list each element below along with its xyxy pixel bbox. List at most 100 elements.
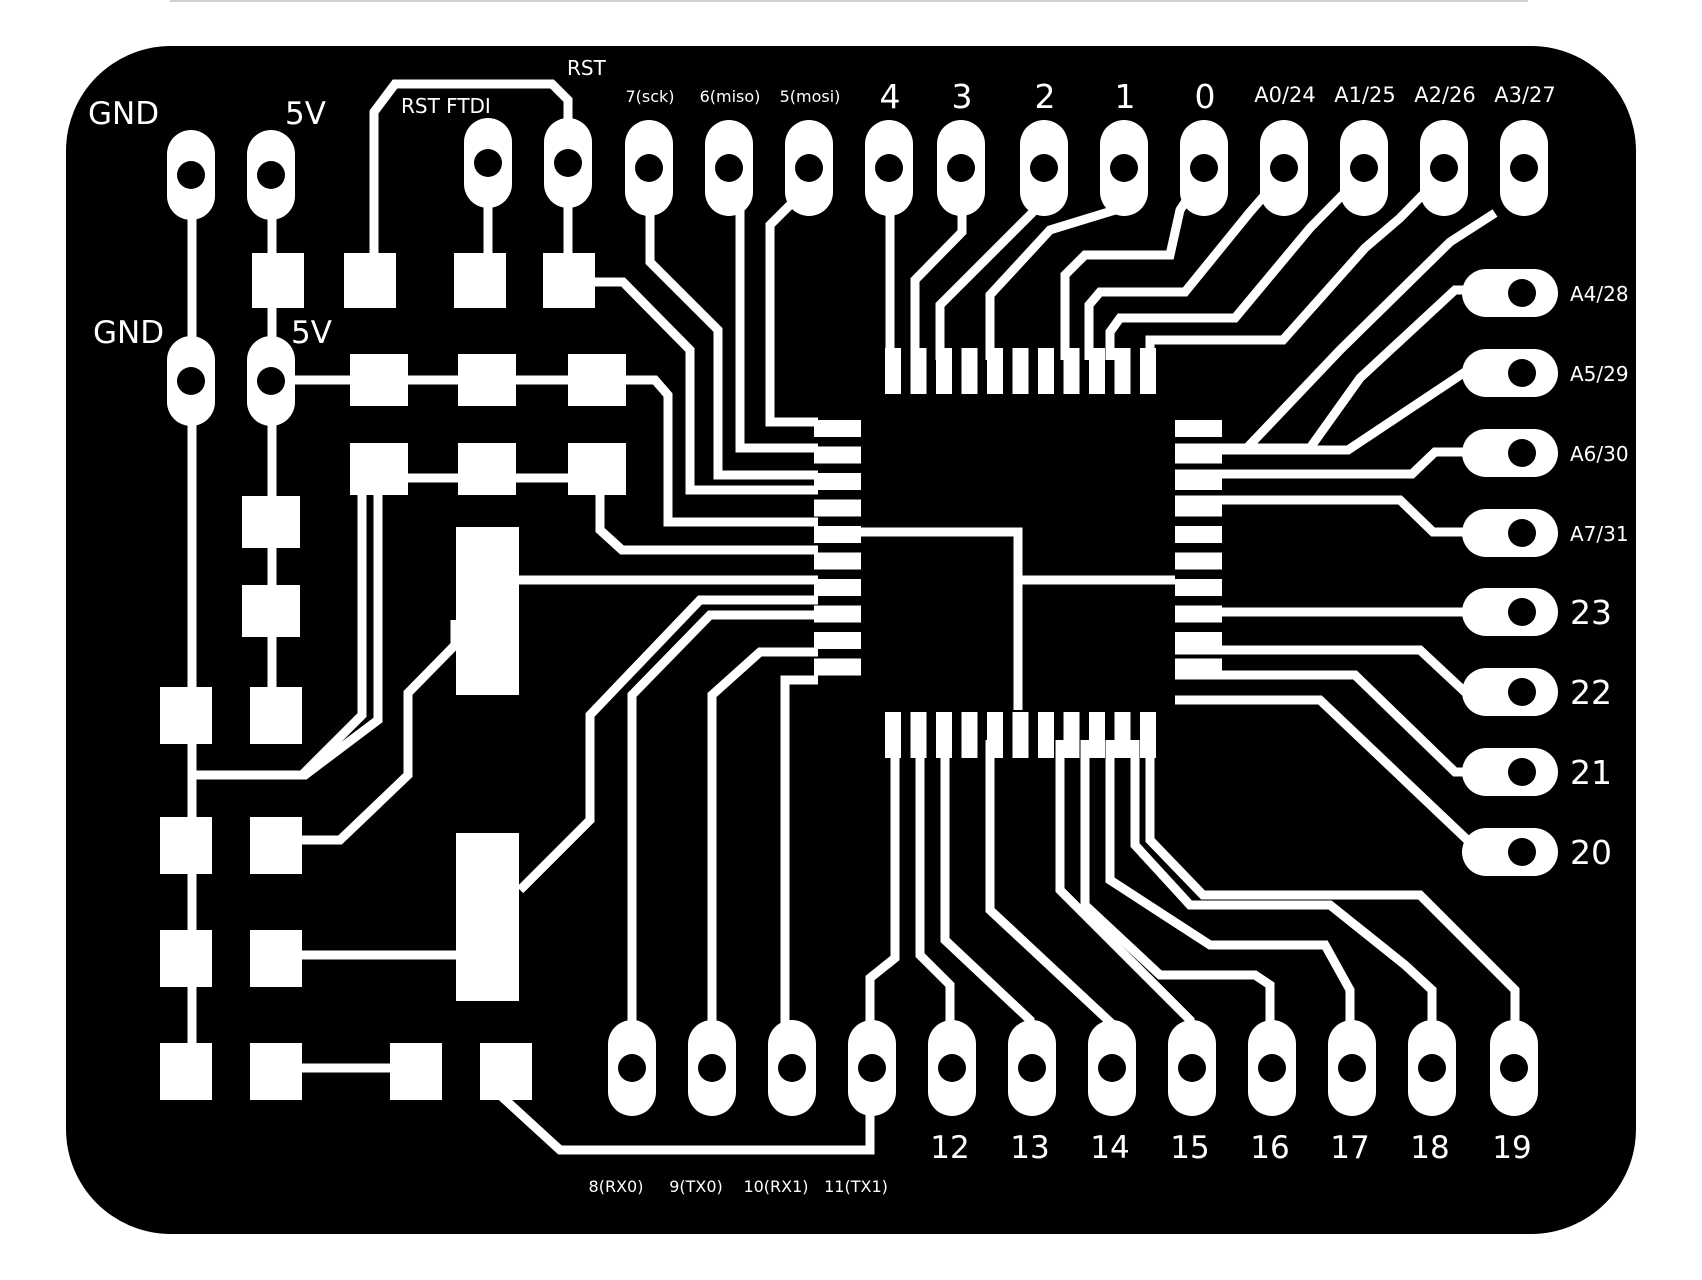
drill-hole — [474, 149, 502, 177]
smd-pad — [250, 687, 302, 744]
drill-hole — [257, 367, 285, 395]
chip-pad-right — [1175, 499, 1222, 517]
pin-label: A4/28 — [1570, 282, 1629, 306]
pin-label: 19 — [1492, 1130, 1531, 1166]
drill-hole — [1508, 279, 1536, 307]
smd-pad — [242, 496, 300, 548]
drill-hole — [635, 154, 663, 182]
pin-label: 13 — [1010, 1130, 1049, 1166]
smd-pad — [458, 354, 516, 406]
chip-pad-top — [910, 348, 927, 394]
pin-label: 10(RX1) — [743, 1177, 808, 1196]
smd-pad — [350, 443, 408, 495]
chip-pad-bottom — [961, 712, 978, 758]
drill-hole — [938, 1054, 966, 1082]
drill-hole — [1508, 439, 1536, 467]
smd-pad — [568, 354, 626, 406]
pin-label: 23 — [1570, 593, 1612, 632]
chip-pad-left — [814, 499, 861, 517]
drill-hole — [1418, 1054, 1446, 1082]
chip-pad-bottom — [885, 712, 901, 758]
drill-hole — [1508, 519, 1536, 547]
drill-hole — [795, 154, 823, 182]
drill-hole — [1018, 1054, 1046, 1082]
drill-hole — [1430, 154, 1458, 182]
chip-pad-top — [1012, 348, 1029, 394]
smd-pad — [458, 443, 516, 495]
chip-pad-top — [961, 348, 978, 394]
pin-label: A2/26 — [1414, 83, 1476, 107]
smd-pad — [480, 1043, 532, 1100]
pin-label: 7(sck) — [625, 87, 674, 106]
drill-hole — [1500, 1054, 1528, 1082]
pin-label: A7/31 — [1570, 522, 1629, 546]
drill-hole — [1030, 154, 1058, 182]
drill-hole — [778, 1054, 806, 1082]
drill-hole — [1508, 758, 1536, 786]
chip-pad-bottom — [1012, 712, 1029, 758]
smd-pad — [160, 930, 212, 987]
pin-label: 9(TX0) — [669, 1177, 723, 1196]
chip-pad-bottom — [1114, 712, 1131, 758]
pin-label: 4 — [880, 77, 901, 116]
smd-pad — [250, 817, 302, 874]
drill-hole — [177, 161, 205, 189]
pin-label: 12 — [930, 1130, 969, 1166]
smd-pad — [160, 817, 212, 874]
chip-pad-left — [814, 579, 861, 596]
drill-hole — [715, 154, 743, 182]
chip-pad-bottom — [1140, 712, 1156, 758]
pcb-layout: GND 5V GND 5V RST RST FTDI 7(sck) 6(miso)… — [66, 0, 1636, 1234]
pin-label: A0/24 — [1254, 83, 1316, 107]
pin-label: 5(mosi) — [780, 87, 841, 106]
pin-label: 20 — [1570, 833, 1612, 872]
chip-pad-left — [814, 605, 861, 623]
smd-pad — [160, 687, 212, 744]
chip-pad-right — [1175, 526, 1222, 543]
chip-pad-right — [1175, 658, 1222, 676]
smd-pad — [568, 443, 626, 495]
drill-hole — [1110, 154, 1138, 182]
gnd-label: GND — [93, 315, 164, 351]
pin-label: 6(miso) — [700, 87, 761, 106]
drill-hole — [1510, 154, 1538, 182]
smd-pad — [390, 1043, 442, 1100]
drill-hole — [1338, 1054, 1366, 1082]
drill-hole — [1098, 1054, 1126, 1082]
chip-pad-bottom — [987, 712, 1003, 758]
pin-label: 0 — [1195, 77, 1216, 116]
pin-label: A3/27 — [1494, 83, 1556, 107]
drill-hole — [858, 1054, 886, 1082]
chip-pad-right — [1175, 473, 1222, 490]
drill-hole — [947, 154, 975, 182]
pin-label: 1 — [1115, 77, 1136, 116]
pin-label: A5/29 — [1570, 362, 1629, 386]
smd-pad — [250, 930, 302, 987]
smd-pad — [344, 253, 396, 308]
drill-hole — [1508, 359, 1536, 387]
chip-pad-top — [936, 348, 952, 394]
drill-hole — [698, 1054, 726, 1082]
smd-pad — [454, 253, 506, 308]
pin-label: 15 — [1170, 1130, 1209, 1166]
drill-hole — [1270, 154, 1298, 182]
drill-hole — [177, 367, 205, 395]
drill-hole — [1508, 838, 1536, 866]
pin-label: 17 — [1330, 1130, 1369, 1166]
drill-hole — [1258, 1054, 1286, 1082]
chip-pad-right — [1175, 552, 1222, 570]
chip-pad-bottom — [1089, 712, 1105, 758]
chip-pad-left — [814, 658, 861, 676]
pin-label: 21 — [1570, 753, 1612, 792]
chip-pad-bottom — [936, 712, 952, 758]
gnd-label: GND — [88, 96, 159, 132]
rst-label: RST — [567, 56, 607, 80]
crystal-pad — [456, 527, 519, 695]
pin-label: 14 — [1090, 1130, 1129, 1166]
crystal-pad — [456, 833, 519, 1001]
chip-pad-right — [1175, 632, 1222, 649]
drill-hole — [554, 149, 582, 177]
vcc-label: 5V — [291, 315, 332, 351]
chip-pad-top — [1038, 348, 1054, 394]
chip-pad-left — [814, 552, 861, 570]
